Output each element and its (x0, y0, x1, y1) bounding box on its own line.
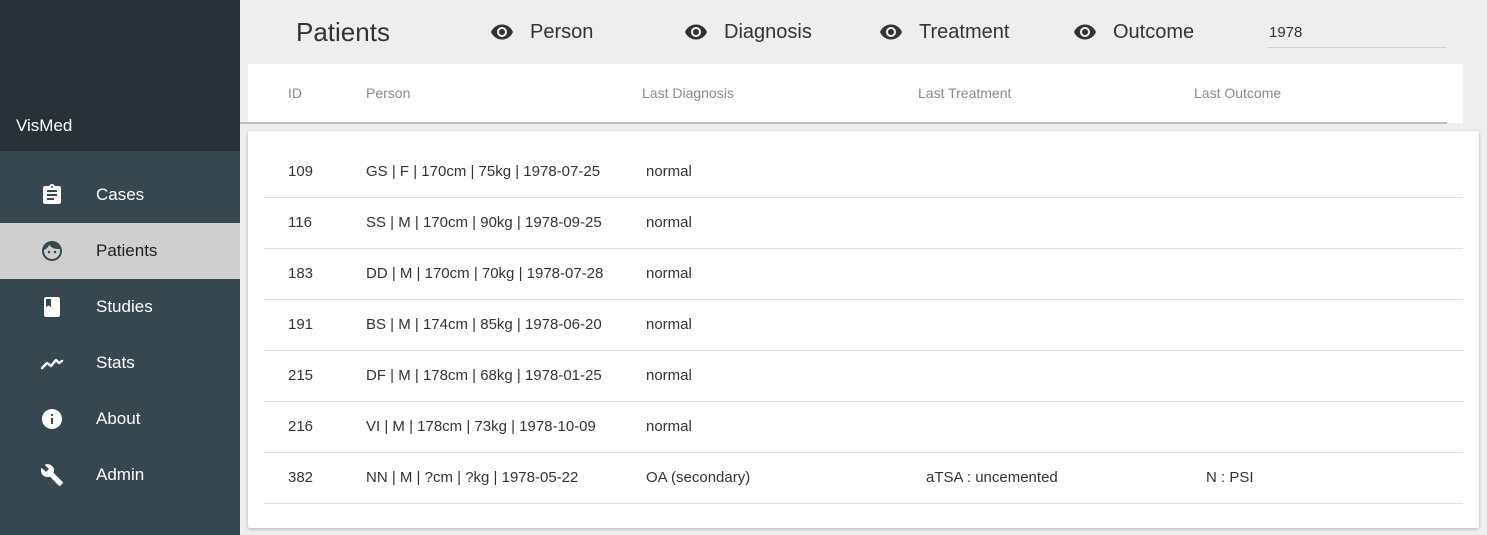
cell-treatment: aTSA : uncemented (926, 469, 1058, 486)
cell-id: 116 (288, 214, 312, 231)
sidebar-item-studies[interactable]: Studies (0, 279, 240, 335)
table-row[interactable]: 116 SS | M | 170cm | 90kg | 1978-09-25 n… (264, 198, 1463, 249)
eye-icon (491, 24, 513, 40)
patients-table: 109 GS | F | 170cm | 75kg | 1978-07-25 n… (248, 131, 1479, 528)
table-row[interactable]: 183 DD | M | 170cm | 70kg | 1978-07-28 n… (264, 249, 1463, 300)
cell-id: 215 (288, 367, 314, 384)
sidebar-item-label: Admin (96, 465, 145, 484)
sidebar: VisMed Cases Patients Studies Stats Abou… (0, 0, 240, 535)
cell-diagnosis: normal (646, 418, 692, 435)
eye-icon (685, 24, 707, 40)
cell-diagnosis: normal (646, 214, 692, 231)
cell-person: SS | M | 170cm | 90kg | 1978-09-25 (366, 214, 602, 231)
toggle-person[interactable]: Person (490, 0, 593, 64)
wrench-icon (40, 464, 63, 486)
cell-diagnosis: normal (646, 316, 692, 333)
sidebar-item-label: About (96, 409, 141, 428)
column-header-person[interactable]: Person (366, 85, 410, 101)
cell-id: 183 (288, 265, 314, 282)
sidebar-item-label: Cases (96, 185, 145, 204)
cell-id: 109 (288, 163, 314, 180)
cell-person: VI | M | 178cm | 73kg | 1978-10-09 (366, 418, 596, 435)
sidebar-item-stats[interactable]: Stats (0, 335, 240, 391)
table-row[interactable]: 216 VI | M | 178cm | 73kg | 1978-10-09 n… (264, 402, 1463, 453)
cell-person: BS | M | 174cm | 85kg | 1978-06-20 (366, 316, 602, 333)
toggle-label: Diagnosis (724, 20, 812, 43)
table-row[interactable]: 215 DF | M | 178cm | 68kg | 1978-01-25 n… (264, 351, 1463, 402)
eye-icon (1074, 24, 1096, 40)
table-row[interactable]: 382 NN | M | ?cm | ?kg | 1978-05-22 OA (… (264, 453, 1463, 504)
header-divider (240, 122, 1447, 124)
search-input[interactable] (1268, 18, 1446, 48)
sidebar-item-about[interactable]: About (0, 391, 240, 447)
sidebar-item-admin[interactable]: Admin (0, 447, 240, 503)
cell-diagnosis: normal (646, 163, 692, 180)
cell-person: DF | M | 178cm | 68kg | 1978-01-25 (366, 367, 602, 384)
sidebar-header: VisMed (0, 0, 240, 151)
toggle-outcome[interactable]: Outcome (1073, 0, 1194, 64)
sidebar-item-patients[interactable]: Patients (0, 223, 240, 279)
eye-icon (880, 24, 902, 40)
column-header-treatment[interactable]: Last Treatment (918, 85, 1011, 101)
cell-person: GS | F | 170cm | 75kg | 1978-07-25 (366, 163, 601, 180)
column-header-outcome[interactable]: Last Outcome (1194, 85, 1281, 101)
toggle-label: Treatment (919, 20, 1010, 43)
cell-id: 191 (288, 316, 314, 333)
toggle-diagnosis[interactable]: Diagnosis (684, 0, 812, 64)
info-icon (42, 409, 62, 429)
book-icon (44, 297, 60, 317)
app-brand[interactable]: VisMed (16, 116, 72, 136)
trending-icon (40, 358, 64, 370)
clipboard-icon (43, 184, 61, 204)
top-bar: Patients Person Diagnosis Treatment Outc… (240, 0, 1487, 64)
sidebar-item-label: Stats (96, 353, 135, 372)
column-header-diagnosis[interactable]: Last Diagnosis (642, 85, 734, 101)
cell-diagnosis: normal (646, 265, 692, 282)
cell-diagnosis: normal (646, 367, 692, 384)
cell-id: 382 (288, 469, 314, 486)
cell-person: NN | M | ?cm | ?kg | 1978-05-22 (366, 469, 579, 486)
table-row[interactable]: 191 BS | M | 174cm | 85kg | 1978-06-20 n… (264, 300, 1463, 351)
cell-id: 216 (288, 418, 314, 435)
sidebar-item-label: Patients (96, 241, 158, 260)
table-row[interactable]: 109 GS | F | 170cm | 75kg | 1978-07-25 n… (264, 147, 1463, 198)
toggle-treatment[interactable]: Treatment (879, 0, 1009, 64)
cell-outcome: N : PSI (1206, 469, 1254, 486)
sidebar-item-label: Studies (96, 297, 153, 316)
cell-diagnosis: OA (secondary) (646, 469, 751, 486)
page-title: Patients (296, 17, 390, 47)
table-header: ID Person Last Diagnosis Last Treatment … (248, 64, 1463, 123)
toggle-label: Person (530, 20, 594, 43)
cell-person: DD | M | 170cm | 70kg | 1978-07-28 (366, 265, 604, 282)
column-header-id[interactable]: ID (288, 85, 302, 101)
toggle-label: Outcome (1113, 20, 1195, 43)
sidebar-item-cases[interactable]: Cases (0, 167, 240, 223)
face-icon (42, 241, 62, 261)
